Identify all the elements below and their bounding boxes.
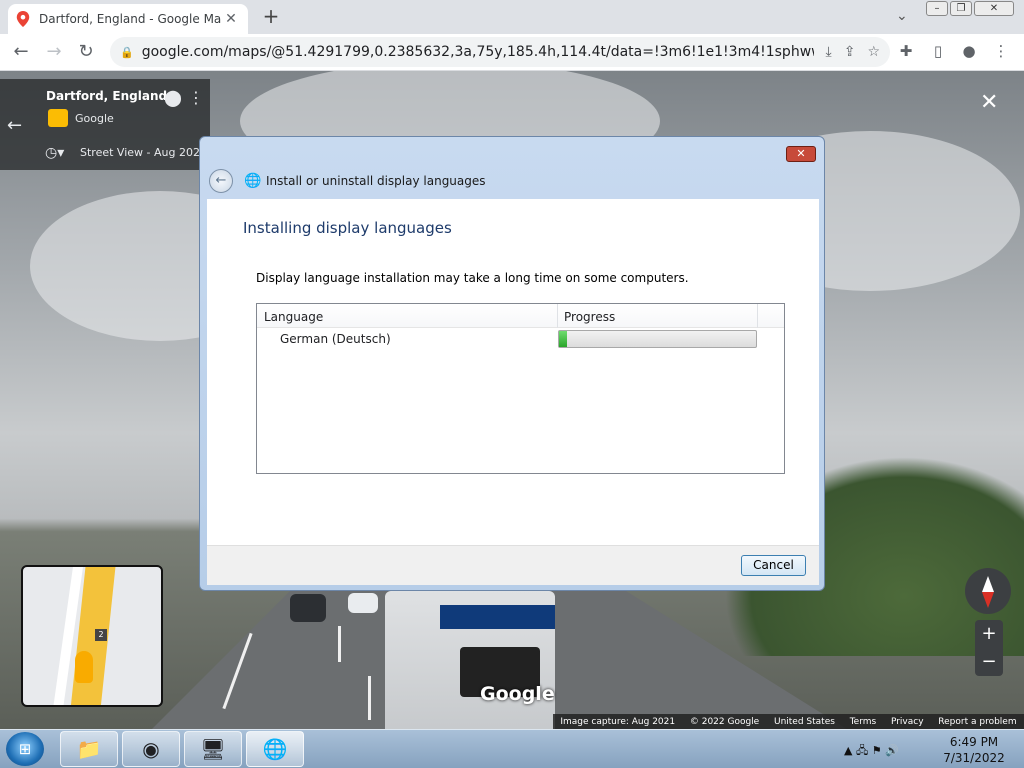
browser-tab-strip: Dartford, England - Google Maps ✕ + ⌄ – …: [0, 0, 1024, 34]
cancel-button[interactable]: Cancel: [741, 555, 806, 576]
profile-avatar-icon[interactable]: ●: [958, 42, 980, 60]
browser-tab-active[interactable]: Dartford, England - Google Maps ✕: [8, 4, 248, 34]
tab-close-icon[interactable]: ✕: [222, 11, 240, 27]
dialog-close-button[interactable]: ✕: [786, 146, 816, 162]
google-watermark: Google: [480, 683, 555, 705]
privacy-link[interactable]: Privacy: [891, 717, 924, 727]
restore-window-button[interactable]: ❐: [950, 1, 972, 16]
street-view-footer: Image capture: Aug 2021 © 2022 Google Un…: [553, 714, 1024, 729]
file-explorer-icon[interactable]: 📁: [60, 731, 118, 767]
place-card: ← Dartford, England ⬤ ⋮ Google ◷▾ Street…: [0, 79, 210, 170]
browser-toolbar: ← → ↻ 🔒 google.com/maps/@51.4291799,0.23…: [0, 34, 1024, 71]
language-progress-list: Language Progress German (Deutsch): [256, 303, 785, 474]
close-window-button[interactable]: ✕: [974, 1, 1014, 16]
back-arrow-icon[interactable]: ←: [7, 115, 22, 136]
forward-arrow-icon[interactable]: →: [42, 40, 66, 64]
system-tray: ▲ 🖧 ⚑ 🔊: [844, 742, 899, 761]
bookmark-star-icon[interactable]: ☆: [867, 44, 880, 60]
street-view-date[interactable]: Street View - Aug 2021: [80, 146, 207, 159]
map-pin-icon[interactable]: ⬤: [164, 88, 182, 107]
dialog-description: Display language installation may take a…: [256, 271, 689, 285]
dialog-back-arrow-icon[interactable]: ←: [209, 169, 233, 193]
language-installer-taskbar-icon[interactable]: 🌐: [246, 731, 304, 767]
side-panel-icon[interactable]: ▯: [927, 42, 949, 60]
share-icon[interactable]: ⇪: [844, 44, 856, 60]
clock-time: 6:49 PM: [949, 735, 999, 749]
close-street-view-icon[interactable]: ✕: [980, 90, 998, 115]
progress-bar-fill: [559, 331, 567, 347]
back-arrow-icon[interactable]: ←: [9, 40, 33, 64]
region-link[interactable]: United States: [774, 717, 835, 727]
extensions-puzzle-icon[interactable]: ✚: [895, 42, 917, 60]
place-name: Dartford, England: [46, 89, 168, 103]
compass-icon[interactable]: [965, 568, 1011, 614]
pegman-icon[interactable]: [75, 651, 93, 683]
address-bar[interactable]: 🔒 google.com/maps/@51.4291799,0.2385632,…: [110, 37, 890, 67]
copyright-text: © 2022 Google: [689, 716, 760, 727]
provider-logo-icon: [48, 109, 68, 127]
start-button-windows-icon[interactable]: ⊞: [6, 732, 44, 766]
truck-image: [385, 591, 555, 729]
control-panel-icon[interactable]: 🖥: [184, 731, 242, 767]
clock-date: 7/31/2022: [943, 751, 1005, 765]
column-header-progress[interactable]: Progress: [564, 310, 615, 324]
tab-title: Dartford, England - Google Maps: [39, 12, 222, 26]
window-controls: – ❐ ✕: [926, 1, 1014, 16]
globe-language-icon: 🌐: [244, 173, 262, 189]
zoom-controls: + −: [975, 620, 1003, 676]
volume-icon[interactable]: 🔊: [885, 744, 899, 757]
report-problem-link[interactable]: Report a problem: [938, 717, 1016, 727]
google-maps-favicon-icon: [16, 11, 30, 27]
install-app-icon[interactable]: ⤓: [826, 44, 832, 60]
road-shield: 2: [95, 629, 107, 641]
new-tab-button[interactable]: +: [260, 5, 282, 27]
more-options-icon[interactable]: ⋮: [188, 88, 204, 107]
chrome-browser-icon[interactable]: ◉: [122, 731, 180, 767]
zoom-out-button[interactable]: −: [975, 648, 1003, 676]
show-hidden-icons-chevron-icon[interactable]: ▲: [844, 744, 852, 757]
dialog-title: Install or uninstall display languages: [266, 174, 486, 188]
browser-menu-icon[interactable]: ⋮: [990, 42, 1012, 60]
mini-map[interactable]: 2: [21, 565, 163, 707]
provider-name: Google: [75, 112, 114, 125]
list-item-language[interactable]: German (Deutsch): [280, 332, 391, 346]
action-center-flag-icon[interactable]: ⚑: [872, 744, 882, 757]
lock-icon[interactable]: 🔒: [120, 46, 134, 59]
installation-progress-bar: [558, 330, 757, 348]
reload-icon[interactable]: ↻: [74, 40, 98, 64]
list-header: Language Progress: [257, 304, 784, 328]
minimize-window-button[interactable]: –: [926, 1, 948, 16]
network-icon[interactable]: 🖧: [856, 744, 868, 757]
terms-link[interactable]: Terms: [850, 717, 877, 727]
dialog-heading: Installing display languages: [243, 219, 452, 237]
history-clock-icon[interactable]: ◷▾: [45, 145, 64, 161]
taskbar-clock[interactable]: 6:49 PM 7/31/2022: [934, 734, 1014, 766]
tab-search-chevron-icon[interactable]: ⌄: [896, 8, 908, 24]
zoom-in-button[interactable]: +: [975, 620, 1003, 648]
display-language-dialog: ✕ ← 🌐 Install or uninstall display langu…: [199, 136, 825, 591]
dialog-footer: Cancel: [207, 545, 819, 585]
column-header-language[interactable]: Language: [264, 310, 323, 324]
windows-taskbar: ⊞ 📁 ◉ 🖥 🌐 ▲ 🖧 ⚑ 🔊 6:49 PM 7/31/2022: [0, 729, 1024, 768]
url-text[interactable]: google.com/maps/@51.4291799,0.2385632,3a…: [142, 44, 814, 60]
dialog-content: Installing display languages Display lan…: [207, 199, 819, 545]
image-capture-date: Image capture: Aug 2021: [560, 716, 676, 727]
